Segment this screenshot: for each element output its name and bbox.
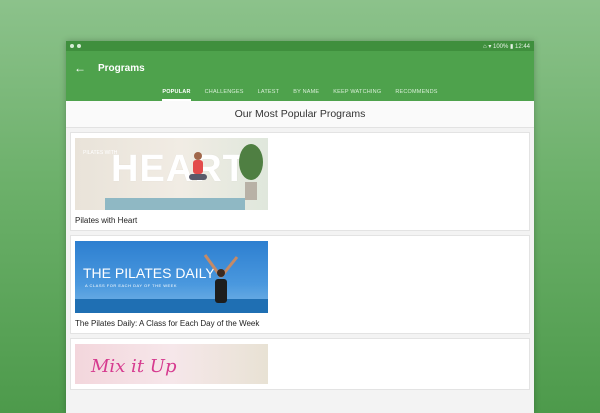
tab-by-name[interactable]: BY NAME <box>286 85 326 99</box>
arrow-left-icon[interactable]: ← <box>74 62 86 74</box>
tab-recommends[interactable]: RECOMMENDS <box>388 85 444 99</box>
section-title: Our Most Popular Programs <box>66 101 534 128</box>
instructor-figure <box>203 254 239 303</box>
plant-figure <box>239 144 263 200</box>
tab-popular[interactable]: POPULAR <box>155 85 197 101</box>
thumbnail-title: HEART <box>111 148 247 190</box>
thumbnail-subtitle: A CLASS FOR EACH DAY OF THE WEEK <box>85 283 178 288</box>
program-title[interactable]: Pilates with Heart <box>75 216 525 225</box>
thumbnail-title: THE PILATES DAILY <box>83 265 215 281</box>
thumbnail-title: Mix it Up <box>91 356 177 377</box>
app-title: Programs <box>98 63 145 74</box>
program-thumbnail[interactable]: Mix it Up <box>75 344 268 384</box>
notification-icon-2 <box>77 44 81 48</box>
program-card[interactable]: PILATES WITH HEART Pilates with Heart <box>70 132 530 231</box>
notification-icon <box>70 44 74 48</box>
tab-bar: POPULAR CHALLENGES LATEST BY NAME KEEP W… <box>66 85 534 101</box>
tab-challenges[interactable]: CHALLENGES <box>198 85 251 99</box>
status-right: ⌂ ▾ 100% ▮ 12:44 <box>483 43 530 50</box>
tab-latest[interactable]: LATEST <box>251 85 287 99</box>
instructor-figure <box>189 152 207 180</box>
tablet-screen: ⌂ ▾ 100% ▮ 12:44 ← Programs POPULAR CHAL… <box>66 41 534 413</box>
status-left <box>70 44 81 48</box>
program-thumbnail[interactable]: THE PILATES DAILY A CLASS FOR EACH DAY O… <box>75 241 268 313</box>
program-title[interactable]: The Pilates Daily: A Class for Each Day … <box>75 319 525 328</box>
program-card[interactable]: Mix it Up <box>70 338 530 390</box>
program-list: PILATES WITH HEART Pilates with Heart TH… <box>66 128 534 390</box>
status-bar: ⌂ ▾ 100% ▮ 12:44 <box>66 41 534 51</box>
app-bar: ← Programs POPULAR CHALLENGES LATEST BY … <box>66 51 534 101</box>
program-thumbnail[interactable]: PILATES WITH HEART <box>75 138 268 210</box>
program-card[interactable]: THE PILATES DAILY A CLASS FOR EACH DAY O… <box>70 235 530 334</box>
tab-keep-watching[interactable]: KEEP WATCHING <box>326 85 388 99</box>
yoga-mat-shape <box>105 198 245 210</box>
